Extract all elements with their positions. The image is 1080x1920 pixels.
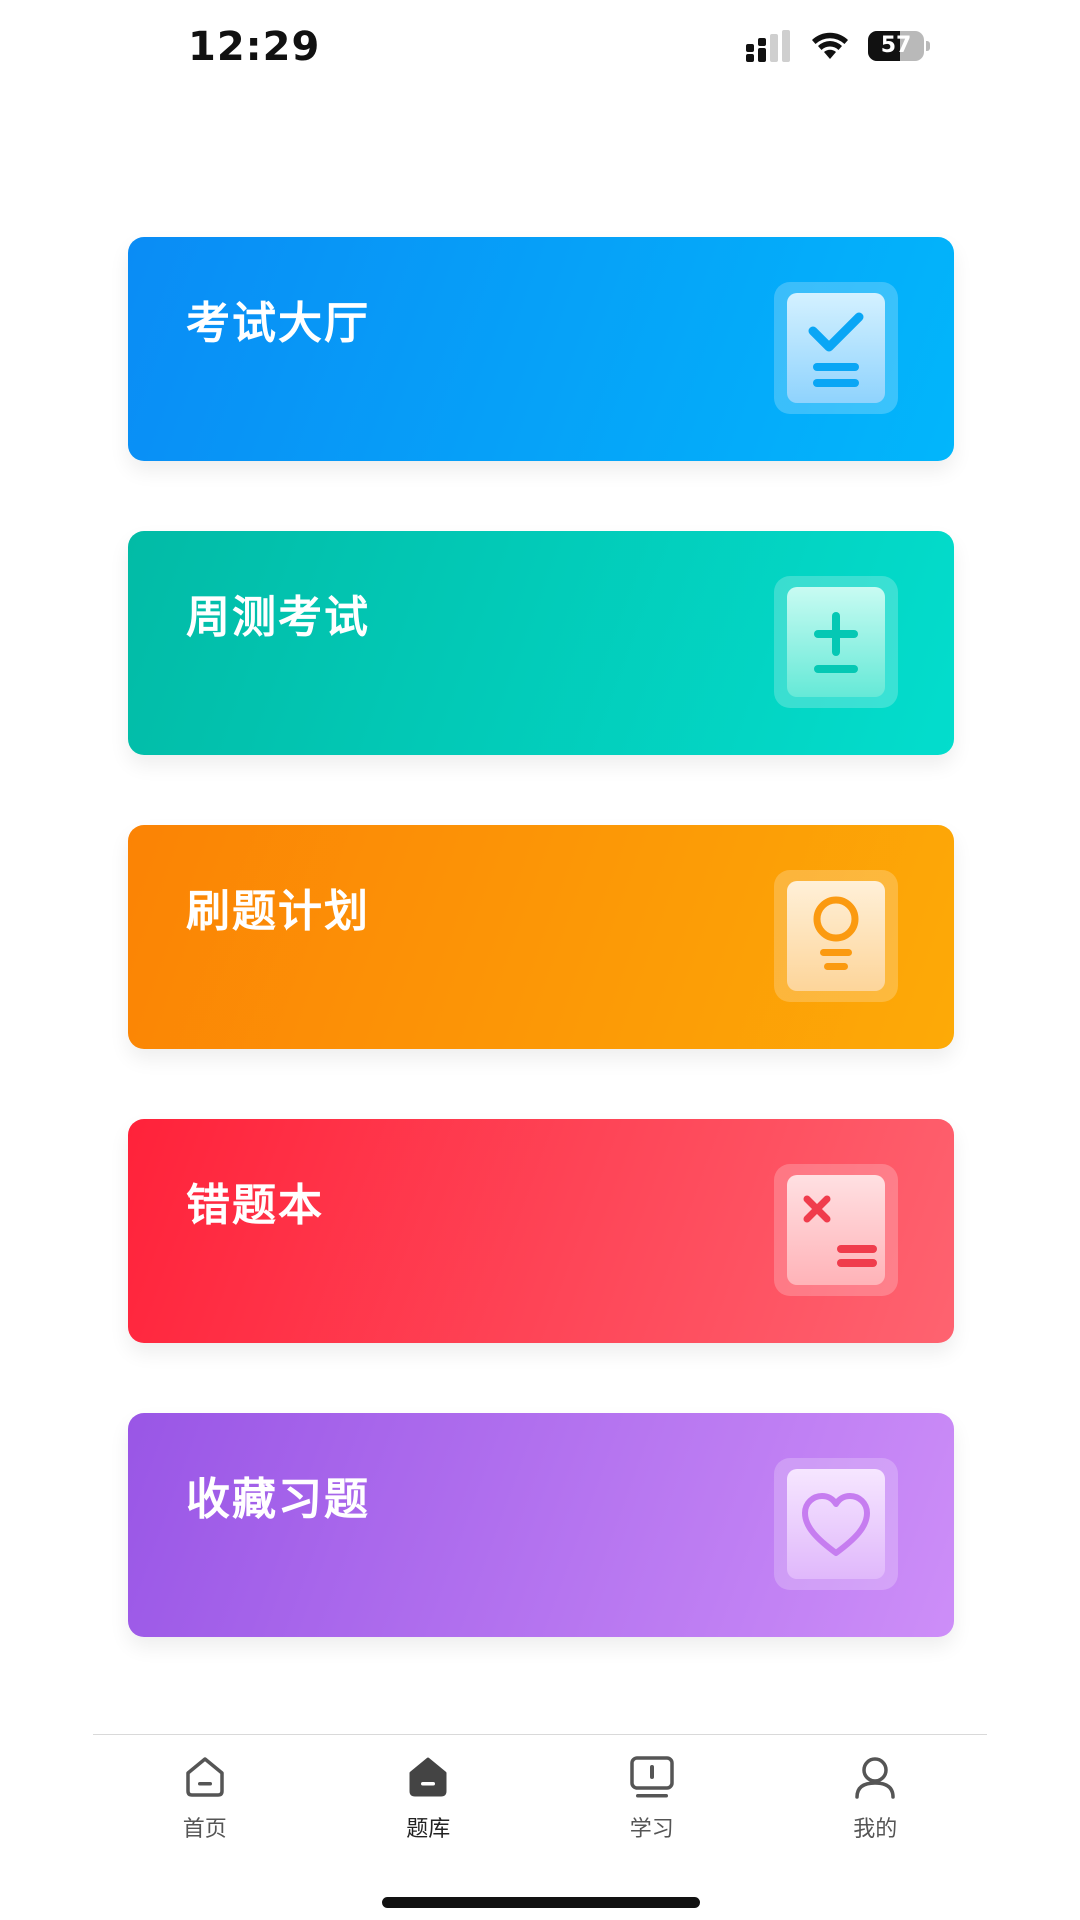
status-icons: 57 xyxy=(746,30,930,62)
heart-icon xyxy=(774,1458,898,1590)
question-bank-icon xyxy=(409,1757,447,1797)
status-time: 12:29 xyxy=(188,24,321,70)
app-screen: 12:29 57 考试大厅 周测考试 刷题计划 错题本 收藏习题 首页 题库 学… xyxy=(0,0,1080,1920)
lightbulb-icon xyxy=(774,870,898,1002)
card-title: 考试大厅 xyxy=(186,298,370,349)
feature-card-list: 考试大厅 周测考试 刷题计划 错题本 收藏习题 xyxy=(128,237,954,1707)
tab-label: 我的 xyxy=(853,1817,898,1842)
plus-minus-icon xyxy=(774,576,898,708)
card-title: 错题本 xyxy=(186,1180,324,1231)
card-wrong-answers[interactable]: 错题本 xyxy=(128,1119,954,1343)
bottom-tab-bar: 首页 题库 学习 我的 xyxy=(93,1734,987,1855)
card-title: 周测考试 xyxy=(186,592,370,643)
tab-home[interactable]: 首页 xyxy=(93,1735,317,1855)
home-indicator[interactable] xyxy=(382,1897,700,1908)
study-icon xyxy=(630,1756,674,1798)
tab-profile[interactable]: 我的 xyxy=(764,1735,988,1855)
tab-study[interactable]: 学习 xyxy=(540,1735,764,1855)
status-bar: 12:29 57 xyxy=(0,0,1080,110)
tab-label: 学习 xyxy=(629,1817,674,1842)
card-exam-hall[interactable]: 考试大厅 xyxy=(128,237,954,461)
card-practice-plan[interactable]: 刷题计划 xyxy=(128,825,954,1049)
home-icon xyxy=(186,1757,224,1797)
profile-icon xyxy=(855,1757,895,1799)
card-favorite-questions[interactable]: 收藏习题 xyxy=(128,1413,954,1637)
checklist-icon xyxy=(774,282,898,414)
battery-icon: 57 xyxy=(868,31,930,61)
battery-level: 57 xyxy=(880,33,912,58)
card-weekly-test[interactable]: 周测考试 xyxy=(128,531,954,755)
card-title: 刷题计划 xyxy=(186,886,370,937)
wifi-icon xyxy=(812,32,848,59)
tab-label: 首页 xyxy=(182,1817,227,1842)
wrong-answer-icon xyxy=(774,1164,898,1296)
card-title: 收藏习题 xyxy=(186,1474,370,1525)
tab-label: 题库 xyxy=(406,1817,451,1842)
tab-question-bank[interactable]: 题库 xyxy=(317,1735,541,1855)
signal-icon xyxy=(746,30,790,62)
